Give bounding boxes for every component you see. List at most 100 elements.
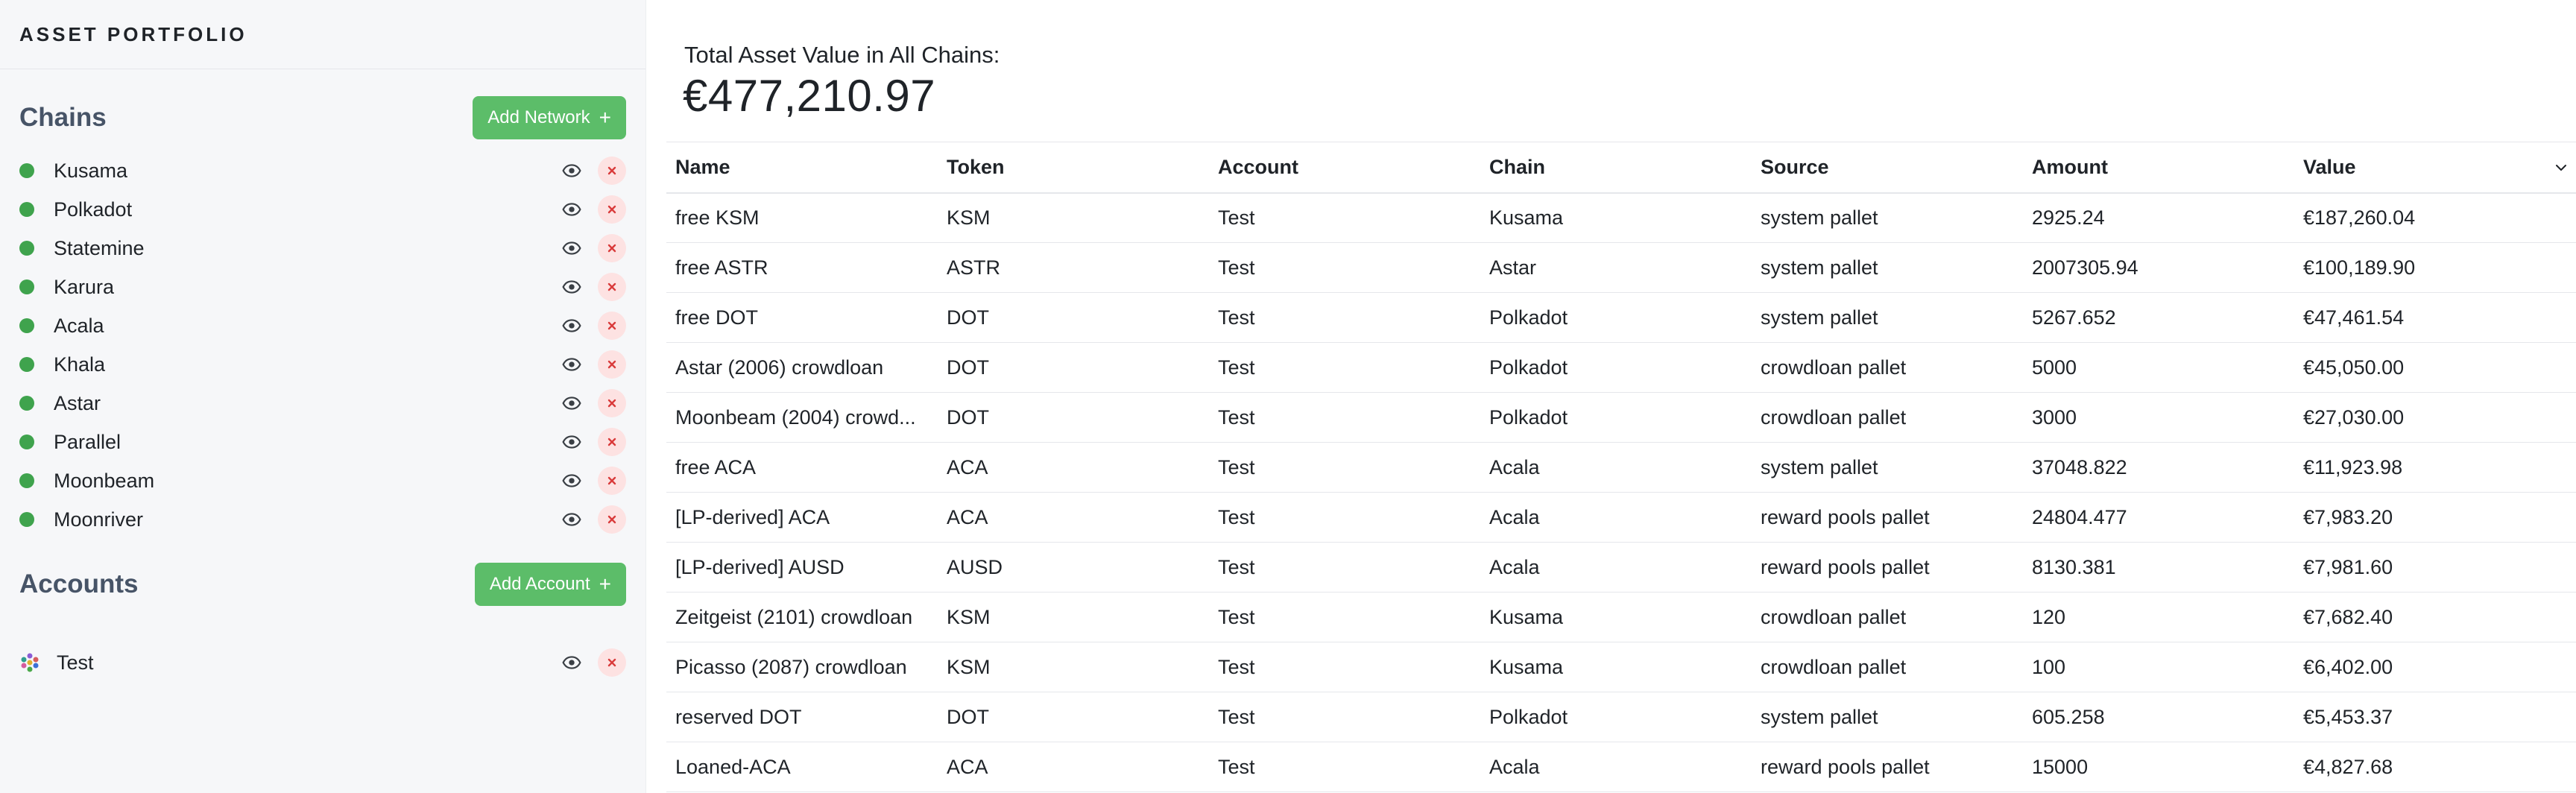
status-dot	[19, 202, 34, 217]
close-icon[interactable]	[598, 467, 626, 495]
close-icon[interactable]	[598, 195, 626, 224]
cell-source: reward pools pallet	[1761, 505, 1930, 528]
add-network-button[interactable]: Add Network +	[473, 96, 626, 139]
chain-label: Polkadot	[54, 198, 133, 221]
status-dot	[19, 357, 34, 372]
chain-item[interactable]: Kusama	[19, 151, 626, 190]
column-header-name[interactable]: Name	[666, 142, 938, 193]
close-icon[interactable]	[598, 273, 626, 301]
eye-icon[interactable]	[561, 315, 583, 337]
cell-account: Test	[1218, 705, 1255, 728]
chain-item[interactable]: Khala	[19, 345, 626, 384]
table-row[interactable]: [LP-derived] AUSD AUSD Test Acala reward poo…	[666, 543, 2576, 593]
cell-account: Test	[1218, 505, 1255, 528]
chain-label: Moonriver	[54, 508, 144, 531]
table-row[interactable]: Astar (2006) crowdloan DOT Test Polkadot cro…	[666, 343, 2576, 393]
cell-chain: Kusama	[1489, 655, 1564, 678]
cell-chain: Acala	[1489, 455, 1540, 478]
sidebar: ASSET PORTFOLIO Chains Add Network + Kus…	[0, 0, 646, 793]
add-account-label: Add Account	[489, 574, 590, 594]
column-header-account[interactable]: Account	[1209, 142, 1480, 193]
chain-item[interactable]: Acala	[19, 306, 626, 345]
eye-icon[interactable]	[561, 353, 583, 376]
table-row[interactable]: free KSM KSM Test Kusama system pallet 2925.2…	[666, 193, 2576, 243]
app-title: ASSET PORTFOLIO	[0, 0, 645, 69]
cell-chain: Polkadot	[1489, 356, 1568, 379]
column-header-value[interactable]: Value	[2294, 142, 2576, 193]
main-panel: Total Asset Value in All Chains: €477,21…	[645, 0, 2576, 793]
eye-icon[interactable]	[561, 392, 583, 414]
close-icon[interactable]	[598, 312, 626, 340]
plus-icon: +	[599, 572, 611, 595]
cell-token: KSM	[947, 206, 991, 229]
status-dot	[19, 473, 34, 488]
close-icon[interactable]	[598, 389, 626, 417]
cell-amount: 5267.652	[2032, 306, 2116, 329]
cell-value: €187,260.04	[2303, 206, 2416, 229]
chain-label: Statemine	[54, 236, 145, 259]
eye-icon[interactable]	[561, 508, 583, 531]
chain-item[interactable]: Astar	[19, 384, 626, 423]
cell-chain: Acala	[1489, 755, 1540, 778]
table-row[interactable]: free ASTR ASTR Test Astar system pallet 20073…	[666, 243, 2576, 293]
cell-token: ACA	[947, 755, 988, 778]
chain-item[interactable]: Karura	[19, 268, 626, 306]
cell-amount: 15000	[2032, 755, 2089, 778]
eye-icon[interactable]	[561, 651, 583, 674]
close-icon[interactable]	[598, 350, 626, 379]
cell-amount: 2925.24	[2032, 206, 2105, 229]
cell-value: €27,030.00	[2303, 405, 2405, 429]
table-row[interactable]: Picasso (2087) crowdloan KSM Test Kusama cro…	[666, 642, 2576, 692]
status-dot	[19, 241, 34, 256]
table-row[interactable]: Zeitgeist (2101) crowdloan KSM Test Kusama c…	[666, 593, 2576, 642]
cell-token: AUSD	[947, 555, 1003, 578]
cell-token: ACA	[947, 455, 988, 478]
eye-icon[interactable]	[561, 237, 583, 259]
eye-icon[interactable]	[561, 276, 583, 298]
cell-chain: Polkadot	[1489, 306, 1568, 329]
eye-icon[interactable]	[561, 198, 583, 221]
cell-amount: 2007305.94	[2032, 256, 2138, 279]
plus-icon: +	[599, 106, 611, 129]
cell-name: Loaned-ACA	[675, 755, 791, 778]
cell-token: DOT	[947, 705, 989, 728]
table-row[interactable]: Moonbeam (2004) crowd... DOT Test Polkadot c…	[666, 393, 2576, 443]
chain-item[interactable]: Moonriver	[19, 500, 626, 539]
column-header-amount[interactable]: Amount	[2023, 142, 2294, 193]
close-icon[interactable]	[598, 428, 626, 456]
eye-icon[interactable]	[561, 159, 583, 182]
chain-item[interactable]: Polkadot	[19, 190, 626, 229]
column-header-token[interactable]: Token	[938, 142, 1209, 193]
chain-item[interactable]: Moonbeam	[19, 461, 626, 500]
chain-item[interactable]: Parallel	[19, 423, 626, 461]
eye-icon[interactable]	[561, 470, 583, 492]
table-header-row: Name Token Account Chain Source Amount V…	[666, 142, 2576, 193]
table-row[interactable]: free DOT DOT Test Polkadot system pallet 5267…	[666, 293, 2576, 343]
chain-item[interactable]: Statemine	[19, 229, 626, 268]
chain-label: Khala	[54, 353, 106, 376]
column-header-chain[interactable]: Chain	[1480, 142, 1752, 193]
cell-source: system pallet	[1761, 256, 1878, 279]
column-header-source[interactable]: Source	[1752, 142, 2023, 193]
close-icon[interactable]	[598, 505, 626, 534]
cell-value: €100,189.90	[2303, 256, 2416, 279]
close-icon[interactable]	[598, 157, 626, 185]
close-icon[interactable]	[598, 648, 626, 677]
cell-amount: 24804.477	[2032, 505, 2127, 528]
account-item[interactable]: Test	[19, 643, 626, 682]
accounts-header: Accounts Add Account +	[0, 552, 645, 616]
chevron-down-icon[interactable]	[2552, 159, 2570, 177]
add-account-button[interactable]: Add Account +	[474, 563, 626, 606]
table-row[interactable]: [LP-derived] ACA ACA Test Acala reward pools…	[666, 493, 2576, 543]
cell-amount: 120	[2032, 605, 2066, 628]
cell-source: system pallet	[1761, 455, 1878, 478]
table-row[interactable]: Loaned-ACA ACA Test Acala reward pools palle…	[666, 742, 2576, 792]
close-icon[interactable]	[598, 234, 626, 262]
eye-icon[interactable]	[561, 431, 583, 453]
cell-source: reward pools pallet	[1761, 755, 1930, 778]
cell-token: KSM	[947, 605, 991, 628]
cell-source: reward pools pallet	[1761, 555, 1930, 578]
total-value-amount: €477,210.97	[683, 71, 936, 121]
table-row[interactable]: reserved DOT DOT Test Polkadot system pallet…	[666, 692, 2576, 742]
table-row[interactable]: free ACA ACA Test Acala system pallet 37048.8…	[666, 443, 2576, 493]
